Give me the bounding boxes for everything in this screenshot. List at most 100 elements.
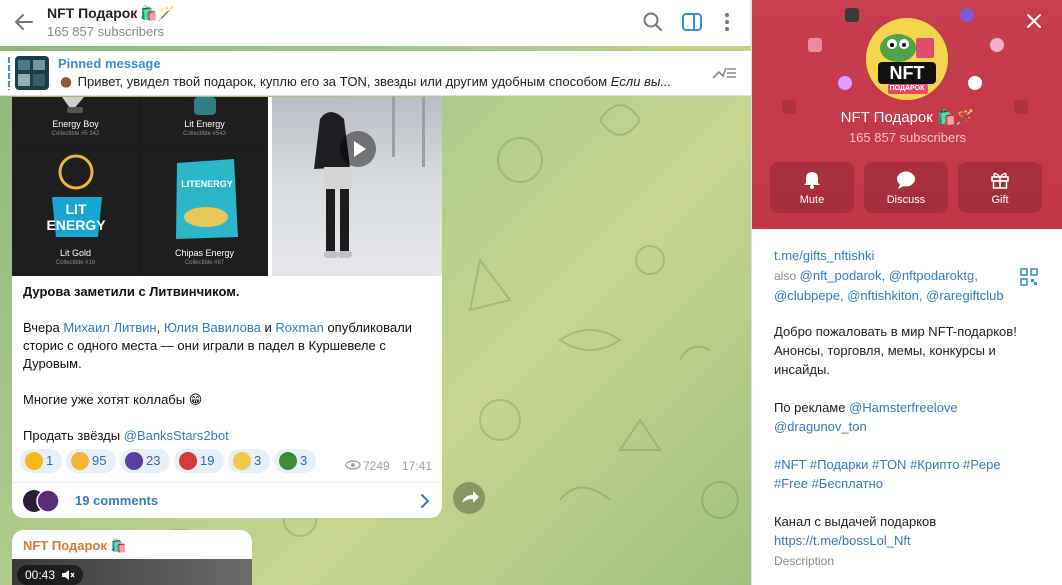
gift-button[interactable]: Gift xyxy=(958,162,1042,213)
reaction-count: 23 xyxy=(146,453,161,468)
video-duration-text: 00:43 xyxy=(25,568,56,582)
post-video-2[interactable]: 00:43 xyxy=(12,559,252,585)
reaction-chip[interactable]: 1 xyxy=(20,449,62,473)
mention-link[interactable]: Roxman xyxy=(275,320,323,335)
share-arrow-icon xyxy=(462,491,479,503)
gift-channel-info: Канал с выдачей подарков https://t.me/bo… xyxy=(774,512,1044,550)
reaction-chip[interactable]: 3 xyxy=(228,449,270,473)
text: и xyxy=(264,320,272,335)
post-paragraph: Вчера Михаил Литвин, Юлия Вавилова и Rox… xyxy=(23,319,433,373)
post-video[interactable] xyxy=(272,97,442,276)
bell-icon xyxy=(804,172,820,189)
decor-gift-icon xyxy=(808,38,822,52)
hashtags: #NFT #Подарки #TON #Крипто #Pepe #Free #… xyxy=(774,455,1044,493)
pinned-thumbnail xyxy=(15,56,49,90)
sidebar-toggle-icon[interactable] xyxy=(681,11,703,33)
view-count-text: 7249 xyxy=(363,459,390,473)
decor-gift-icon xyxy=(960,8,974,22)
reaction-chip[interactable]: 23 xyxy=(120,449,170,473)
post-image-grid[interactable]: LIT ENERGY LITENERGY Energy Boy Collecti… xyxy=(12,97,268,276)
text: Многие уже хотят коллабы xyxy=(23,392,186,407)
play-button[interactable] xyxy=(340,131,376,167)
shopping-bag-emoji-icon: 🛍️ xyxy=(110,538,127,553)
pinned-text: Привет, увидел твой подарок, куплю его з… xyxy=(58,74,698,89)
pinned-list-icon[interactable] xyxy=(710,61,738,85)
description-label: Description xyxy=(774,554,835,568)
reaction-chip[interactable]: 3 xyxy=(274,449,316,473)
channel-post: LIT ENERGY LITENERGY Energy Boy Collecti… xyxy=(12,97,442,518)
channel-info-panel: NFT ПОДАРОК NFT Подарок 🛍️🪄 165 857 subs… xyxy=(751,0,1062,585)
wizard-emoji-icon xyxy=(125,451,143,470)
reaction-chip[interactable]: 19 xyxy=(174,449,224,473)
decor-gift-icon xyxy=(990,38,1004,52)
text: Продать звёзды xyxy=(23,428,121,443)
grin-emoji-icon: 😁 xyxy=(188,392,203,407)
decor-gift-icon xyxy=(838,76,852,90)
chat-area: NFT Подарок 🛍️🪄 165 857 subscribers Pinne… xyxy=(0,0,751,585)
post-text: Дурова заметили с Литвинчиком. Вчера Мих… xyxy=(23,283,433,463)
commenter-avatars xyxy=(22,489,66,513)
grid-item-name: Lit Energy xyxy=(184,119,225,129)
post-author-name: NFT Подарок xyxy=(23,538,107,553)
channel-title[interactable]: NFT Подарок 🛍️🪄 xyxy=(47,5,175,22)
channel-post-2: NFT Подарок 🛍️ 00:43 xyxy=(12,530,252,585)
santa-emoji-icon xyxy=(179,451,197,470)
more-options-icon[interactable] xyxy=(716,11,738,33)
reaction-count: 3 xyxy=(300,453,308,468)
frog-emoji-icon xyxy=(279,451,297,470)
chat-bubble-icon xyxy=(897,171,915,189)
gift-channel-label: Канал с выдачей подарков xyxy=(774,514,937,529)
pinned-text-main: Привет, увидел твой подарок, куплю его з… xyxy=(77,74,608,89)
also-links-text[interactable]: @nft_podarok, @nftpodaroktg, @clubpepe, … xyxy=(774,268,1004,303)
reaction-count: 1 xyxy=(46,453,54,468)
post-title: Дурова заметили с Литвинчиком. xyxy=(23,284,240,299)
back-arrow-icon[interactable] xyxy=(12,10,36,34)
mention-link[interactable]: Михаил Литвин xyxy=(63,320,156,335)
muted-speaker-icon[interactable] xyxy=(61,568,75,582)
qr-code-icon[interactable] xyxy=(1019,267,1039,287)
mute-button[interactable]: Mute xyxy=(770,162,854,213)
search-icon[interactable] xyxy=(642,11,664,33)
discuss-button[interactable]: Discuss xyxy=(864,162,948,213)
reaction-count: 95 xyxy=(92,453,107,468)
close-icon[interactable] xyxy=(1024,11,1044,31)
pinned-indicator xyxy=(8,57,10,90)
hashtag-line[interactable]: #Free #Бесплатно xyxy=(774,476,883,491)
channel-link[interactable]: t.me/gifts_nftishki xyxy=(774,246,1044,265)
heart-eyes-emoji-icon xyxy=(71,451,89,470)
lit-energy-art-text: LIT ENERGY xyxy=(46,201,106,233)
pinned-message-bar[interactable]: Pinned message Привет, увидел твой подар… xyxy=(0,51,751,96)
ads-label: По рекламе xyxy=(774,400,846,415)
grid-item-name: Chipas Energy xyxy=(174,248,235,258)
pinned-label: Pinned message xyxy=(58,56,161,71)
comments-button[interactable]: 19 comments xyxy=(12,482,442,518)
avatar-text: NFT xyxy=(889,63,925,83)
bot-link[interactable]: @BanksStars2bot xyxy=(124,428,229,443)
avatar-subtext: ПОДАРОК xyxy=(889,85,925,92)
ads-link[interactable]: @Hamsterfreelove xyxy=(849,400,958,415)
text: , xyxy=(156,320,161,335)
also-label: also xyxy=(774,269,797,283)
post-paragraph: Продать звёзды @BanksStars2bot xyxy=(23,427,433,445)
side-channel-title: NFT Подарок 🛍️🪄 xyxy=(752,108,1062,126)
gift-channel-link[interactable]: https://t.me/bossLol_Nft xyxy=(774,533,911,548)
reaction-count: 19 xyxy=(200,453,215,468)
reaction-chip[interactable]: 95 xyxy=(66,449,116,473)
chips-art-text: LITENERGY xyxy=(181,179,233,189)
gift-icon xyxy=(991,172,1009,189)
share-button[interactable] xyxy=(453,482,485,514)
channel-link-text[interactable]: t.me/gifts_nftishki xyxy=(774,248,874,263)
pinned-text-italic: Если вы... xyxy=(610,74,672,89)
post-author: NFT Подарок 🛍️ xyxy=(23,538,127,554)
side-title-emoji: 🛍️🪄 xyxy=(937,109,975,126)
mention-link[interactable]: Юлия Вавилова xyxy=(164,320,261,335)
hashtag-line[interactable]: #NFT #Подарки #TON #Крипто #Pepe xyxy=(774,457,1001,472)
channel-avatar[interactable]: NFT ПОДАРОК xyxy=(866,18,948,100)
decor-gift-icon xyxy=(968,76,982,90)
post-time: 17:41 xyxy=(402,459,433,473)
discuss-label: Discuss xyxy=(886,194,926,206)
ads-link[interactable]: @dragunov_ton xyxy=(774,419,867,434)
decor-gift-icon xyxy=(845,8,859,22)
comments-count: 19 comments xyxy=(75,493,159,508)
eye-icon xyxy=(345,460,361,470)
